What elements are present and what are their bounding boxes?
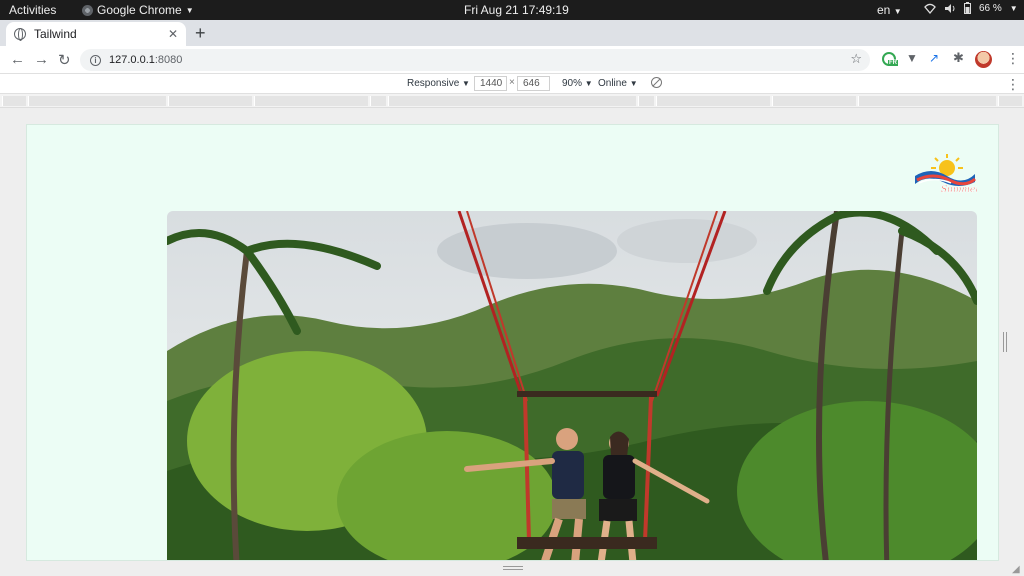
rotate-icon[interactable] xyxy=(651,77,662,88)
menu-kebab-icon[interactable]: ⋮ xyxy=(1006,50,1020,67)
globe-icon xyxy=(14,28,26,41)
forward-button[interactable]: → xyxy=(34,51,49,68)
extensions-puzzle-icon[interactable]: ✱ xyxy=(953,50,967,65)
chevron-down-icon: ▼ xyxy=(462,79,470,88)
summer-logo[interactable]: Summer xyxy=(913,152,977,196)
tab-strip: Tailwind ✕ + xyxy=(0,20,1024,46)
activities-button[interactable]: Activities xyxy=(9,3,56,17)
network-dropdown[interactable]: Online ▼ xyxy=(598,78,638,89)
media-query-segment[interactable] xyxy=(254,96,368,106)
media-query-segment[interactable] xyxy=(28,96,166,106)
profile-avatar[interactable] xyxy=(975,51,992,68)
responsive-dropdown[interactable]: Responsive ▼ xyxy=(407,78,470,89)
volume-icon xyxy=(945,3,955,13)
viewport-resize-handle[interactable] xyxy=(1003,332,1007,352)
extension-badge: FR xyxy=(888,60,898,66)
media-query-segment[interactable] xyxy=(772,96,856,106)
battery-icon xyxy=(964,2,971,14)
system-menu[interactable]: 66 % ▼ xyxy=(924,2,1018,14)
language-label: en xyxy=(877,3,891,17)
battery-percent: 66 % xyxy=(979,2,1002,14)
chevron-down-icon: ▼ xyxy=(1009,3,1018,13)
reload-button[interactable]: ↻ xyxy=(58,51,71,69)
url-port: :8080 xyxy=(154,54,183,66)
chevron-down-icon: ▼ xyxy=(893,7,902,16)
media-query-segment[interactable] xyxy=(656,96,770,106)
media-query-segment[interactable] xyxy=(2,96,26,106)
zoom-label: 90% xyxy=(562,78,583,89)
back-button[interactable]: ← xyxy=(10,51,25,68)
share-icon[interactable]: ↗ xyxy=(929,51,943,65)
logo-text: Summer xyxy=(941,185,977,195)
app-name: Google Chrome xyxy=(97,3,182,17)
media-query-bar xyxy=(0,94,1024,108)
browser-tab[interactable]: Tailwind ✕ xyxy=(6,22,186,46)
media-query-segment[interactable] xyxy=(998,96,1022,106)
hero-image xyxy=(167,211,977,560)
zoom-dropdown[interactable]: 90% ▼ xyxy=(562,78,593,89)
close-icon[interactable]: ✕ xyxy=(168,27,178,41)
page-content: Summer xyxy=(26,124,999,561)
chevron-down-icon: ▼ xyxy=(185,5,194,15)
viewport-bottom-resize-handle[interactable] xyxy=(503,566,523,570)
device-toolbar: Responsive ▼ 1440 × 646 90% ▼ Online ▼ ⋮ xyxy=(0,74,1024,94)
info-icon[interactable]: i xyxy=(90,54,101,66)
new-tab-button[interactable]: + xyxy=(195,23,206,44)
dimension-separator: × xyxy=(509,77,515,88)
chrome-icon xyxy=(82,4,93,16)
media-query-segment[interactable] xyxy=(370,96,386,106)
chevron-down-icon: ▼ xyxy=(629,79,638,88)
url-host: 127.0.0.1 xyxy=(109,54,155,66)
media-query-segment[interactable] xyxy=(388,96,636,106)
network-label: Online xyxy=(598,78,627,89)
system-top-bar: Activities Google Chrome ▼ Fri Aug 21 17… xyxy=(0,0,1024,20)
extension-icon[interactable]: FR xyxy=(882,52,898,66)
network-icon xyxy=(924,3,936,14)
responsive-label: Responsive xyxy=(407,78,460,89)
height-input[interactable]: 646 xyxy=(517,76,550,91)
clock[interactable]: Fri Aug 21 17:49:19 xyxy=(464,3,569,17)
tab-title: Tailwind xyxy=(34,27,77,41)
media-query-segment[interactable] xyxy=(168,96,252,106)
width-input[interactable]: 1440 xyxy=(474,76,507,91)
viewport-corner-resize-handle[interactable]: ◢ xyxy=(1012,564,1020,575)
extension-v-icon[interactable]: ▼ xyxy=(906,51,920,65)
media-query-segment[interactable] xyxy=(858,96,996,106)
browser-toolbar: ← → ↻ i 127.0.0.1:8080 ☆ FR ▼ ↗ ✱ ⋮ xyxy=(0,46,1024,74)
device-menu-kebab-icon[interactable]: ⋮ xyxy=(1006,76,1020,93)
app-menu[interactable]: Google Chrome ▼ xyxy=(82,3,194,17)
language-indicator[interactable]: en ▼ xyxy=(877,3,902,17)
media-query-segment[interactable] xyxy=(638,96,654,106)
bookmark-star-icon[interactable]: ☆ xyxy=(850,51,862,67)
address-bar[interactable]: i 127.0.0.1:8080 ☆ xyxy=(80,49,870,71)
chevron-down-icon: ▼ xyxy=(584,79,593,88)
